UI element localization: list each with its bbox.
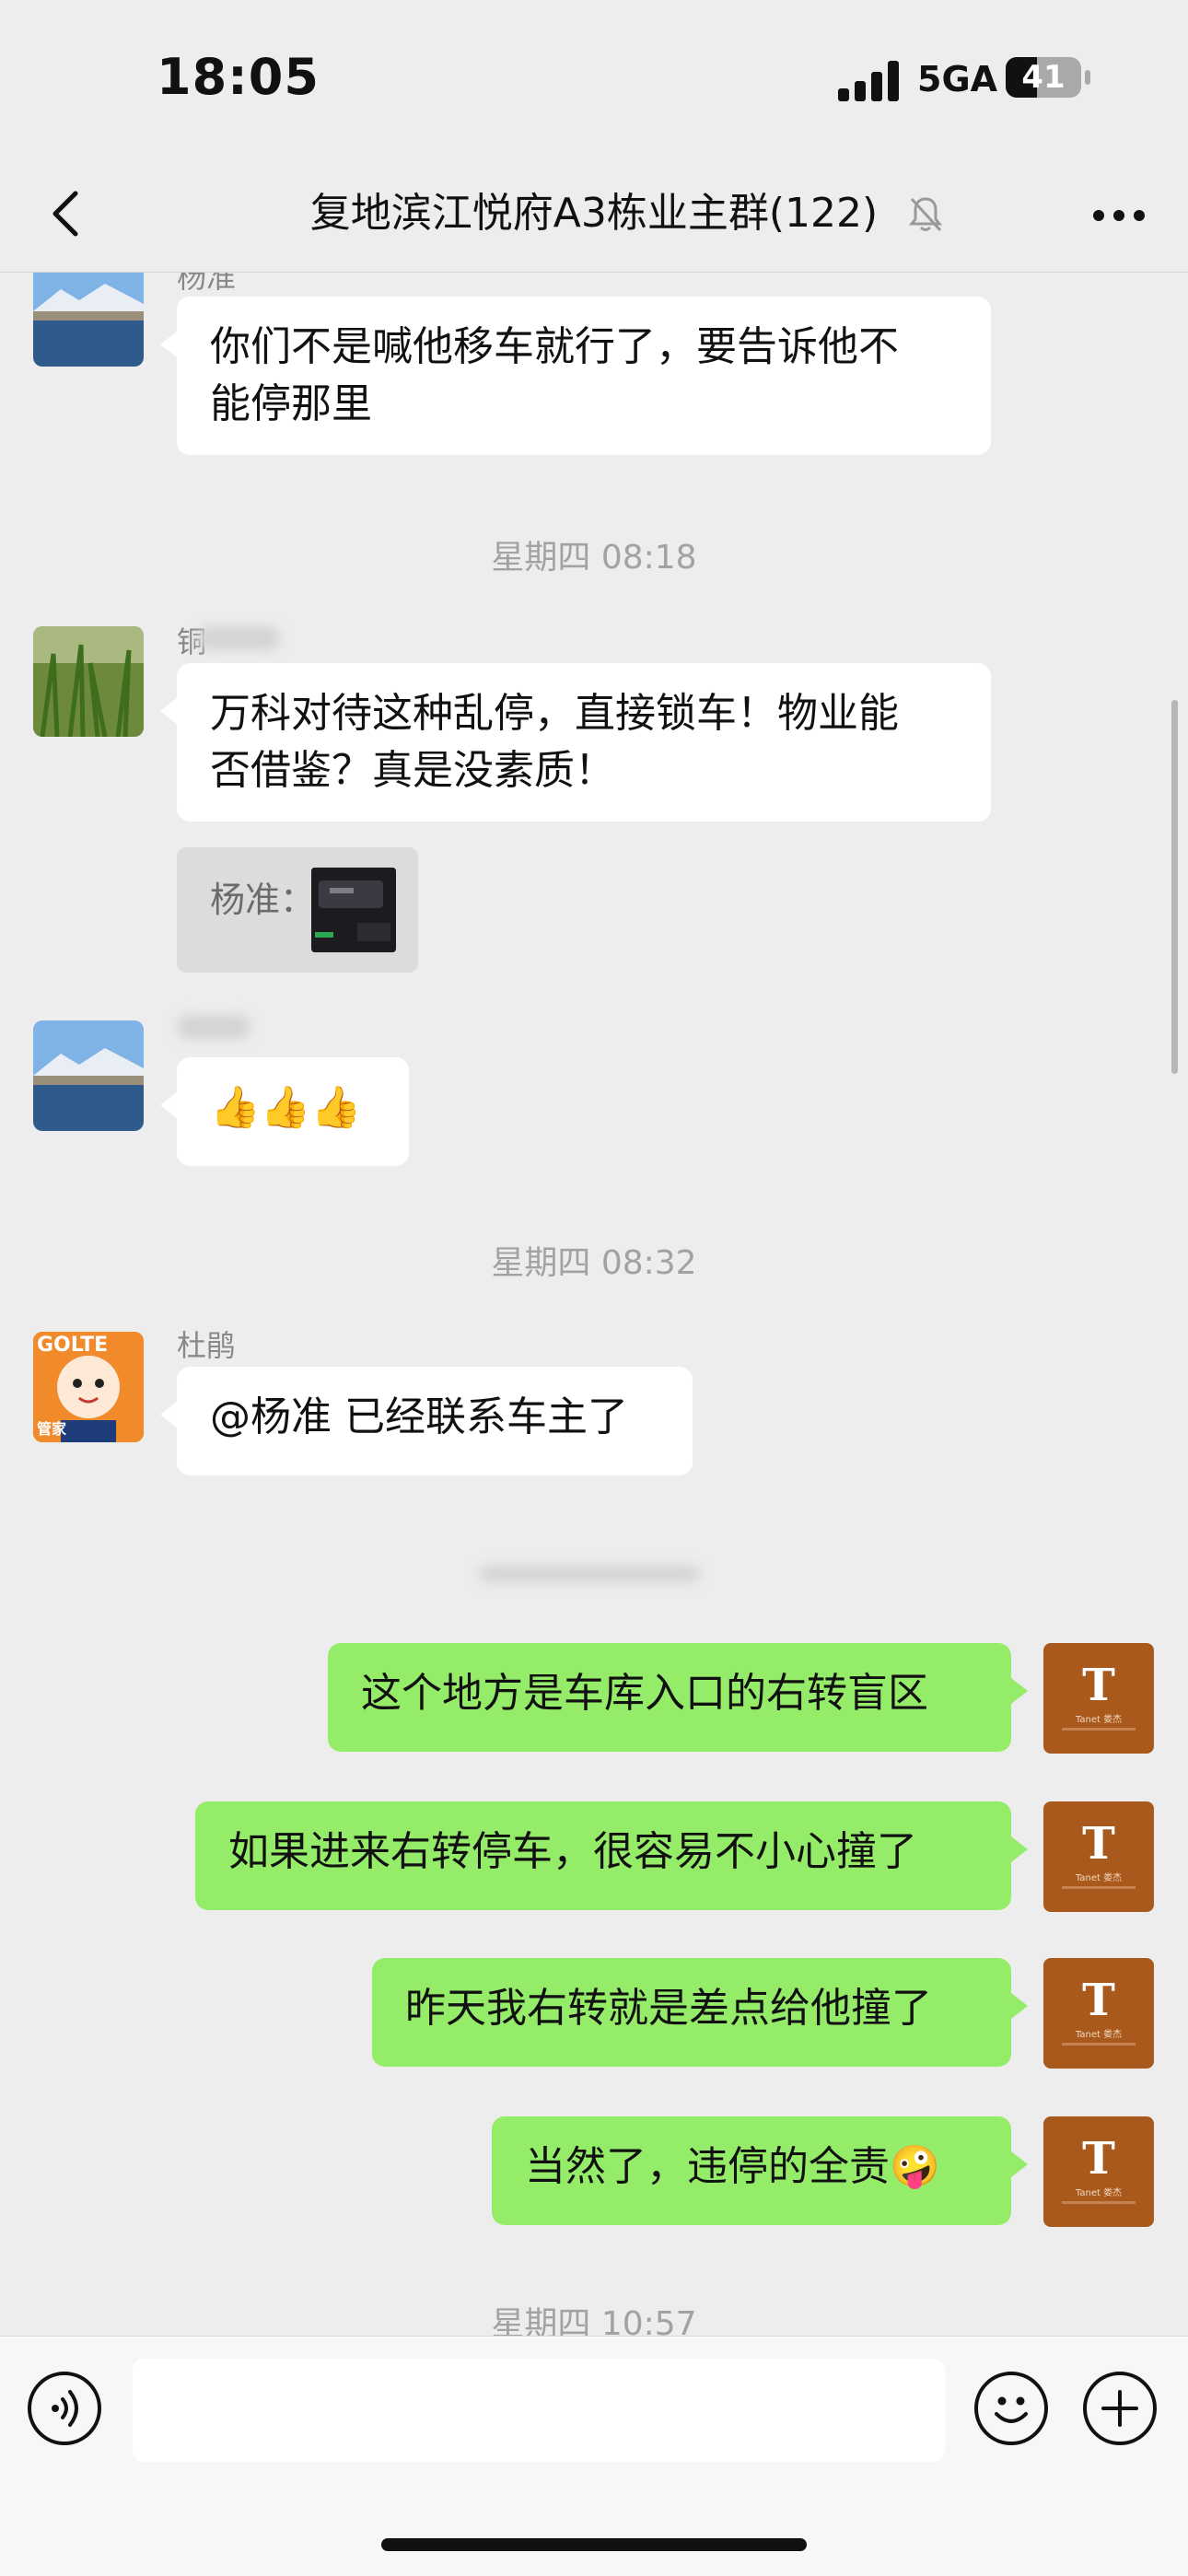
avatar-caption-text: 管家 bbox=[37, 1420, 67, 1438]
emoji-icon[interactable] bbox=[974, 2372, 1048, 2445]
my-avatar[interactable]: T Tanet 娄杰 bbox=[1043, 1801, 1154, 1912]
my-avatar[interactable]: T Tanet 娄杰 bbox=[1043, 2116, 1154, 2227]
message-text: 当然了，违停的全责🤪 bbox=[525, 2143, 940, 2190]
my-avatar[interactable]: T Tanet 娄杰 bbox=[1043, 1643, 1154, 1754]
sender-name: 杨准 bbox=[177, 273, 237, 295]
sender-name: 杜鹃 bbox=[177, 1328, 237, 1363]
plus-icon[interactable] bbox=[1083, 2372, 1157, 2445]
message-bubble[interactable]: 如果进来右转停车，很容易不小心撞了 bbox=[195, 1801, 1028, 1910]
message-text: 万科对待这种乱停，直接锁车！物业能 bbox=[210, 690, 899, 737]
status-time: 18:05 bbox=[157, 48, 320, 106]
avatar-caption: Tanet 娄杰 bbox=[1075, 1715, 1123, 1725]
avatar-letter: T bbox=[1082, 1818, 1115, 1870]
avatar[interactable] bbox=[33, 273, 144, 367]
message-bubble[interactable]: 你们不是喊他移车就行了，要告诉他不 能停那里 bbox=[160, 297, 991, 455]
avatar-brand-text: GOLTE bbox=[37, 1334, 109, 1357]
avatar-caption: Tanet 娄杰 bbox=[1075, 1873, 1123, 1883]
lake-avatar-image bbox=[33, 1020, 144, 1131]
timestamp: 星期四 08:32 bbox=[491, 1244, 697, 1282]
timestamp: 星期四 08:18 bbox=[491, 539, 697, 577]
message-text: 能停那里 bbox=[210, 380, 372, 427]
more-dots-icon[interactable] bbox=[1087, 197, 1151, 234]
quote-label: 杨准： bbox=[210, 880, 316, 920]
battery-icon: 41 bbox=[1006, 57, 1081, 98]
message-bubble[interactable]: 昨天我右转就是差点给他撞了 bbox=[372, 1958, 1028, 2067]
avatar-caption: Tanet 娄杰 bbox=[1075, 2188, 1123, 2198]
avatar[interactable]: GOLTE 管家 bbox=[33, 1332, 144, 1442]
avatar-rule bbox=[1062, 2043, 1136, 2046]
thumbs-up-emoji: 👍👍👍 bbox=[210, 1084, 362, 1131]
signal-icon bbox=[838, 61, 899, 101]
plus-sign-icon bbox=[1101, 2390, 1138, 2427]
message-bubble[interactable]: 当然了，违停的全责🤪 bbox=[492, 2116, 1028, 2225]
bell-slash-icon bbox=[908, 197, 943, 232]
voice-icon[interactable] bbox=[28, 2372, 101, 2445]
timestamp: 星期四 10:57 bbox=[491, 2305, 697, 2336]
avatar-rule bbox=[1062, 2201, 1136, 2204]
redacted-name bbox=[197, 626, 280, 650]
smile-face-icon bbox=[995, 2396, 1028, 2423]
car-photo-image bbox=[311, 868, 396, 952]
message-bubble[interactable]: 万科对待这种乱停，直接锁车！物业能 否借鉴？真是没素质！ bbox=[160, 663, 991, 822]
my-avatar[interactable]: T Tanet 娄杰 bbox=[1043, 1958, 1154, 2069]
message-text: 这个地方是车库入口的右转盲区 bbox=[361, 1670, 928, 1717]
avatar-letter: T bbox=[1082, 2133, 1115, 2185]
battery-cap bbox=[1085, 70, 1090, 85]
avatar-letter: T bbox=[1082, 1660, 1115, 1711]
avatar-caption: Tanet 娄杰 bbox=[1075, 2030, 1123, 2040]
home-indicator[interactable] bbox=[381, 2538, 807, 2551]
chevron-left-icon[interactable] bbox=[41, 186, 96, 241]
avatar[interactable] bbox=[33, 626, 144, 737]
message-text: 否借鉴？真是没素质！ bbox=[210, 747, 615, 794]
grass-avatar-image bbox=[33, 626, 144, 737]
status-bar: 18:05 5GA 41 bbox=[0, 0, 1188, 157]
avatar[interactable] bbox=[33, 1020, 144, 1131]
quote-thumbnail-image[interactable] bbox=[311, 868, 396, 952]
message-input[interactable] bbox=[133, 2359, 945, 2462]
chat-header: 复地滨江悦府A3栋业主群(122) bbox=[0, 157, 1188, 273]
avatar-rule bbox=[1062, 1728, 1136, 1731]
message-text: 昨天我右转就是差点给他撞了 bbox=[405, 1985, 932, 2032]
message-text: 你们不是喊他移车就行了，要告诉他不 bbox=[210, 323, 899, 370]
redacted-system-notice bbox=[479, 1566, 700, 1582]
message-bubble[interactable]: 这个地方是车库入口的右转盲区 bbox=[328, 1643, 1028, 1752]
message-list[interactable]: 杨准 你们不是喊他移车就行了，要告诉他不 能停那里 星期四 08:18 铜 万科… bbox=[0, 273, 1188, 2336]
quoted-message[interactable]: 杨准： bbox=[177, 847, 418, 973]
redacted-name bbox=[177, 1015, 250, 1039]
message-text: 如果进来右转停车，很容易不小心撞了 bbox=[228, 1828, 917, 1875]
message-text: @杨准 已经联系车主了 bbox=[210, 1393, 628, 1440]
lake-avatar-image bbox=[33, 273, 144, 367]
message-bubble[interactable]: 👍👍👍 bbox=[160, 1057, 409, 1166]
message-bubble[interactable]: @杨准 已经联系车主了 bbox=[160, 1367, 693, 1475]
scrollbar[interactable] bbox=[1171, 700, 1178, 1074]
voice-waves-icon bbox=[52, 2390, 78, 2427]
network-type: 5GA bbox=[917, 59, 998, 99]
avatar-letter: T bbox=[1082, 1975, 1115, 2026]
battery-level: 41 bbox=[1021, 59, 1066, 96]
avatar-rule bbox=[1062, 1886, 1136, 1889]
